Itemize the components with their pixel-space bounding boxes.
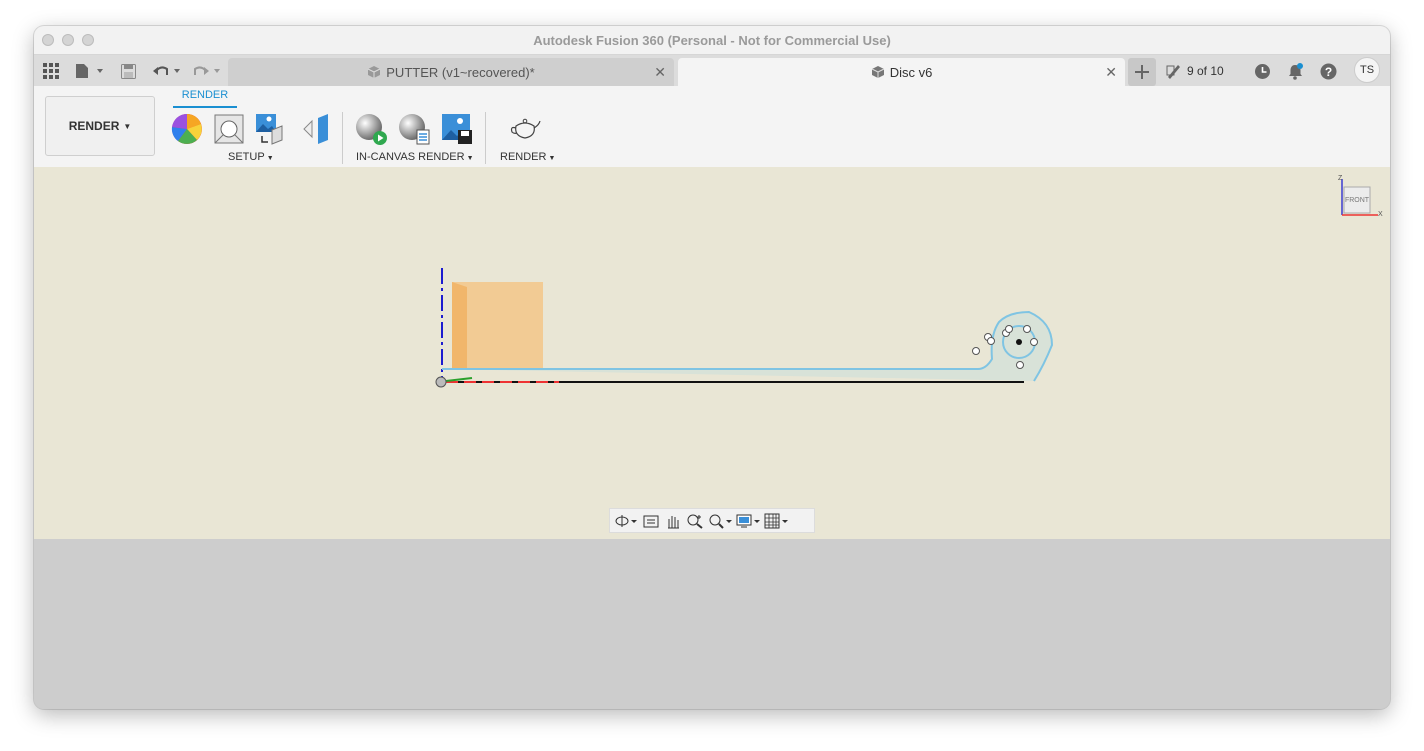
ribbon-toolbar: RENDER ▼ RENDER SETUP ▼ IN-CANVAS RENDER… [34,86,1390,168]
fit-icon[interactable] [708,511,732,531]
in-canvas-render-label: IN-CANVAS RENDER [356,151,465,163]
undo-icon[interactable] [152,62,182,80]
tab-label: Disc v6 [889,64,933,80]
title-bar: Autodesk Fusion 360 (Personal - Not for … [34,26,1390,55]
caret-down-icon: ▼ [123,121,132,131]
body-side [452,282,467,369]
component-icon [368,66,381,78]
setup-label: SETUP [228,151,265,163]
caret-down-icon: ▼ [466,155,474,162]
tab-disc[interactable]: Disc v6 ✕ [678,58,1125,86]
appearance-icon[interactable] [170,112,204,146]
app-window: Autodesk Fusion 360 (Personal - Not for … [34,26,1390,709]
redo-icon[interactable] [192,62,222,80]
tab-render[interactable]: RENDER [173,89,237,101]
caret-down-icon: ▼ [548,155,556,162]
look-at-icon[interactable] [642,511,660,531]
grid-settings-icon[interactable] [764,511,788,531]
file-icon[interactable] [74,62,104,80]
in-canvas-render-group-label[interactable]: IN-CANVAS RENDER ▼ [356,151,474,163]
front-face-label: FRONT [1344,197,1370,204]
plus-icon[interactable] [1128,58,1156,86]
y-axis [445,377,473,382]
clock-icon[interactable] [1253,62,1271,80]
render-group-label[interactable]: RENDER ▼ [500,151,555,163]
display-settings-icon[interactable] [736,511,760,531]
origin-point[interactable] [435,376,447,388]
help-icon[interactable]: ? [1319,62,1337,80]
close-tab-icon[interactable]: ✕ [654,64,666,81]
zoom-icon[interactable] [686,511,704,531]
navigation-bar [609,508,815,533]
orbit-icon[interactable] [614,511,638,531]
center-point[interactable] [1016,339,1022,345]
job-status-count: 9 of 10 [1187,64,1224,78]
setup-group-label[interactable]: SETUP ▼ [228,151,274,163]
decal-icon[interactable] [298,112,332,146]
avatar[interactable]: TS [1354,57,1380,83]
save-icon[interactable] [120,62,136,80]
close-tab-icon[interactable]: ✕ [1105,64,1117,81]
texture-map-icon[interactable] [254,112,288,146]
canvas-viewport[interactable]: Z X FRONT [34,167,1390,539]
scene-settings-icon[interactable] [212,112,246,146]
tab-bar: PUTTER (v1~recovered)* ✕ Disc v6 ✕ 9 of … [34,55,1390,86]
in-canvas-render-icon[interactable] [354,112,388,146]
component-icon [871,66,884,78]
pan-icon[interactable] [664,511,682,531]
canvas-drawing [435,268,1054,388]
workspace-switcher[interactable]: RENDER ▼ [45,96,155,156]
teapot-render-icon[interactable] [508,112,542,146]
grid-icon[interactable] [42,62,60,80]
axis-z-label: Z [1338,175,1343,182]
in-canvas-settings-icon[interactable] [397,112,431,146]
job-status[interactable]: 9 of 10 [1166,62,1232,80]
tab-putter[interactable]: PUTTER (v1~recovered)* ✕ [228,58,674,86]
empty-panel-area [34,539,1390,709]
active-tab-indicator [173,106,237,108]
tab-label: PUTTER (v1~recovered)* [386,64,535,80]
window-title: Autodesk Fusion 360 (Personal - Not for … [533,33,891,48]
group-separator [485,112,486,164]
capture-image-icon[interactable] [440,112,474,146]
bell-icon[interactable] [1286,62,1304,80]
group-separator [342,112,343,164]
render-label: RENDER [500,151,547,163]
job-status-icon [1166,65,1180,79]
axis-x-label: X [1378,211,1383,218]
view-cube[interactable]: Z X FRONT [1336,175,1383,221]
caret-down-icon: ▼ [266,155,274,162]
workspace-label: RENDER [68,119,120,133]
svg-text:?: ? [1324,65,1331,79]
